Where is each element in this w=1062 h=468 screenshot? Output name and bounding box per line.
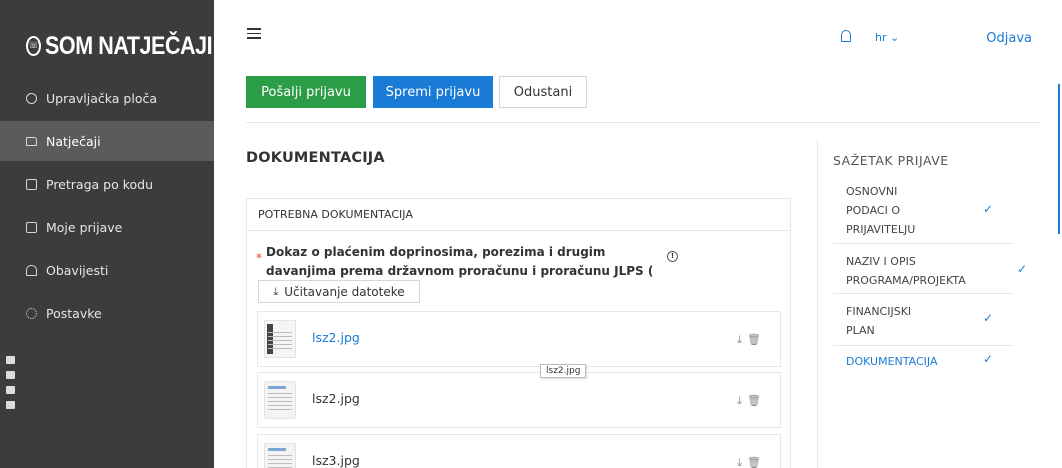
document-icon (26, 221, 37, 233)
sidebar: ☏ SOM NATJEČAJI Upravljačka ploča Natječ… (0, 0, 214, 468)
file-name-link[interactable]: lsz2.jpg (312, 330, 360, 345)
summary-item-basic-data[interactable]: OSNOVNI PODACI O PRIJAVITELJU ✓ (833, 182, 1014, 244)
sidebar-item-label: Upravljačka ploča (46, 90, 157, 106)
camera-icon[interactable] (6, 356, 15, 364)
trash-icon[interactable]: 🗑 (747, 333, 766, 346)
summary-item-label: OSNOVNI PODACI O PRIJAVITELJU (846, 185, 916, 236)
download-icon[interactable]: ⤓ (737, 456, 747, 468)
sidebar-item-label: Obavijesti (46, 262, 109, 278)
file-actions: ⤓🗑 (737, 456, 766, 468)
required-documents-card: POTREBNA DOKUMENTACIJA * Dokaz o plaćeni… (246, 198, 791, 468)
sidebar-item-dashboard[interactable]: Upravljačka ploča (0, 78, 214, 118)
folder-icon (26, 136, 37, 146)
upload-icon: ⤓ (273, 284, 279, 298)
sidebar-item-label: Natječaji (46, 133, 101, 149)
sidebar-item-notifications[interactable]: Obavijesti (0, 250, 214, 290)
check-icon: ✓ (983, 202, 994, 216)
trash-icon[interactable]: 🗑 (747, 394, 766, 407)
save-application-button[interactable]: Spremi prijavu (373, 76, 493, 108)
chevron-down-icon: ⌄ (890, 31, 900, 44)
upload-file-button[interactable]: ⤓ Učitavanje datoteke (258, 280, 420, 303)
file-thumbnail[interactable] (264, 443, 296, 468)
bell-icon (26, 264, 37, 276)
logout-link[interactable]: Odjava (986, 31, 1032, 46)
check-icon: ✓ (1017, 262, 1028, 276)
scrollbar[interactable] (1058, 84, 1060, 234)
file-item: lsz2.jpg ⤓🗑 (257, 311, 781, 367)
summary-item-label: NAZIV I OPIS PROGRAMA/PROJEKTA (846, 255, 966, 287)
settings-tool-icon[interactable] (6, 401, 15, 409)
image-icon[interactable] (6, 386, 15, 394)
submit-application-button[interactable]: Pošalji prijavu (246, 76, 366, 108)
summary-title: SAŽETAK PRIJAVE (833, 153, 949, 168)
topbar: hr ⌄ Odjava (214, 0, 1062, 72)
file-name[interactable]: lsz2.jpg (312, 391, 360, 406)
video-icon[interactable] (6, 371, 15, 379)
sidebar-item-settings[interactable]: Postavke (0, 293, 214, 333)
sidebar-item-label: Moje prijave (46, 219, 123, 235)
screen-tools (6, 356, 18, 416)
file-actions: ⤓🗑 (737, 394, 766, 408)
document-icon (26, 178, 37, 190)
sidebar-item-search-by-code[interactable]: Pretraga po kodu (0, 164, 214, 204)
cancel-button[interactable]: Odustani (499, 76, 587, 108)
info-icon[interactable]: ! (667, 251, 678, 262)
summary-item-label: FINANCIJSKI PLAN (846, 305, 912, 337)
gear-icon (26, 307, 37, 319)
language-value: hr (875, 31, 887, 44)
language-selector[interactable]: hr ⌄ (875, 31, 899, 44)
download-icon[interactable]: ⤓ (737, 394, 747, 407)
summary-item-project[interactable]: NAZIV I OPIS PROGRAMA/PROJEKTA ✓ (833, 244, 1027, 294)
notifications-bell-icon[interactable] (841, 30, 851, 42)
dashboard-icon (26, 92, 37, 104)
section-title: DOKUMENTACIJA (246, 150, 385, 166)
summary-item-financial-plan[interactable]: FINANCIJSKI PLAN ✓ (833, 294, 1014, 346)
sidebar-item-natjecaji[interactable]: Natječaji (0, 121, 214, 161)
filename-tooltip: lsz2.jpg (540, 364, 587, 378)
divider (246, 122, 1040, 123)
file-thumbnail[interactable] (264, 381, 296, 419)
sidebar-item-label: Pretraga po kodu (46, 176, 153, 192)
check-icon: ✓ (983, 352, 994, 366)
menu-toggle-icon[interactable] (247, 28, 261, 40)
upload-label: Učitavanje datoteke (284, 284, 405, 299)
summary-item-label: DOKUMENTACIJA (846, 355, 938, 368)
download-icon[interactable]: ⤓ (737, 333, 747, 346)
application-summary: SAŽETAK PRIJAVE OSNOVNI PODACI O PRIJAVI… (817, 140, 1037, 468)
file-actions: ⤓🗑 (737, 333, 766, 347)
brand-name: SOM NATJEČAJI (45, 31, 213, 60)
required-marker: * (256, 251, 262, 265)
summary-item-documentation[interactable]: DOKUMENTACIJA ✓ (833, 346, 1014, 376)
file-item: lsz3.jpg ⤓🗑 (257, 434, 781, 468)
sidebar-item-my-applications[interactable]: Moje prijave (0, 207, 214, 247)
file-name[interactable]: lsz3.jpg (312, 453, 360, 468)
card-title: POTREBNA DOKUMENTACIJA (247, 199, 790, 231)
file-item: lsz2.jpg ⤓🗑 (257, 372, 781, 428)
sidebar-item-label: Postavke (46, 305, 102, 321)
phone-circle-icon: ☏ (26, 36, 42, 56)
check-icon: ✓ (983, 311, 994, 325)
file-thumbnail[interactable] (264, 320, 296, 358)
trash-icon[interactable]: 🗑 (747, 456, 766, 468)
